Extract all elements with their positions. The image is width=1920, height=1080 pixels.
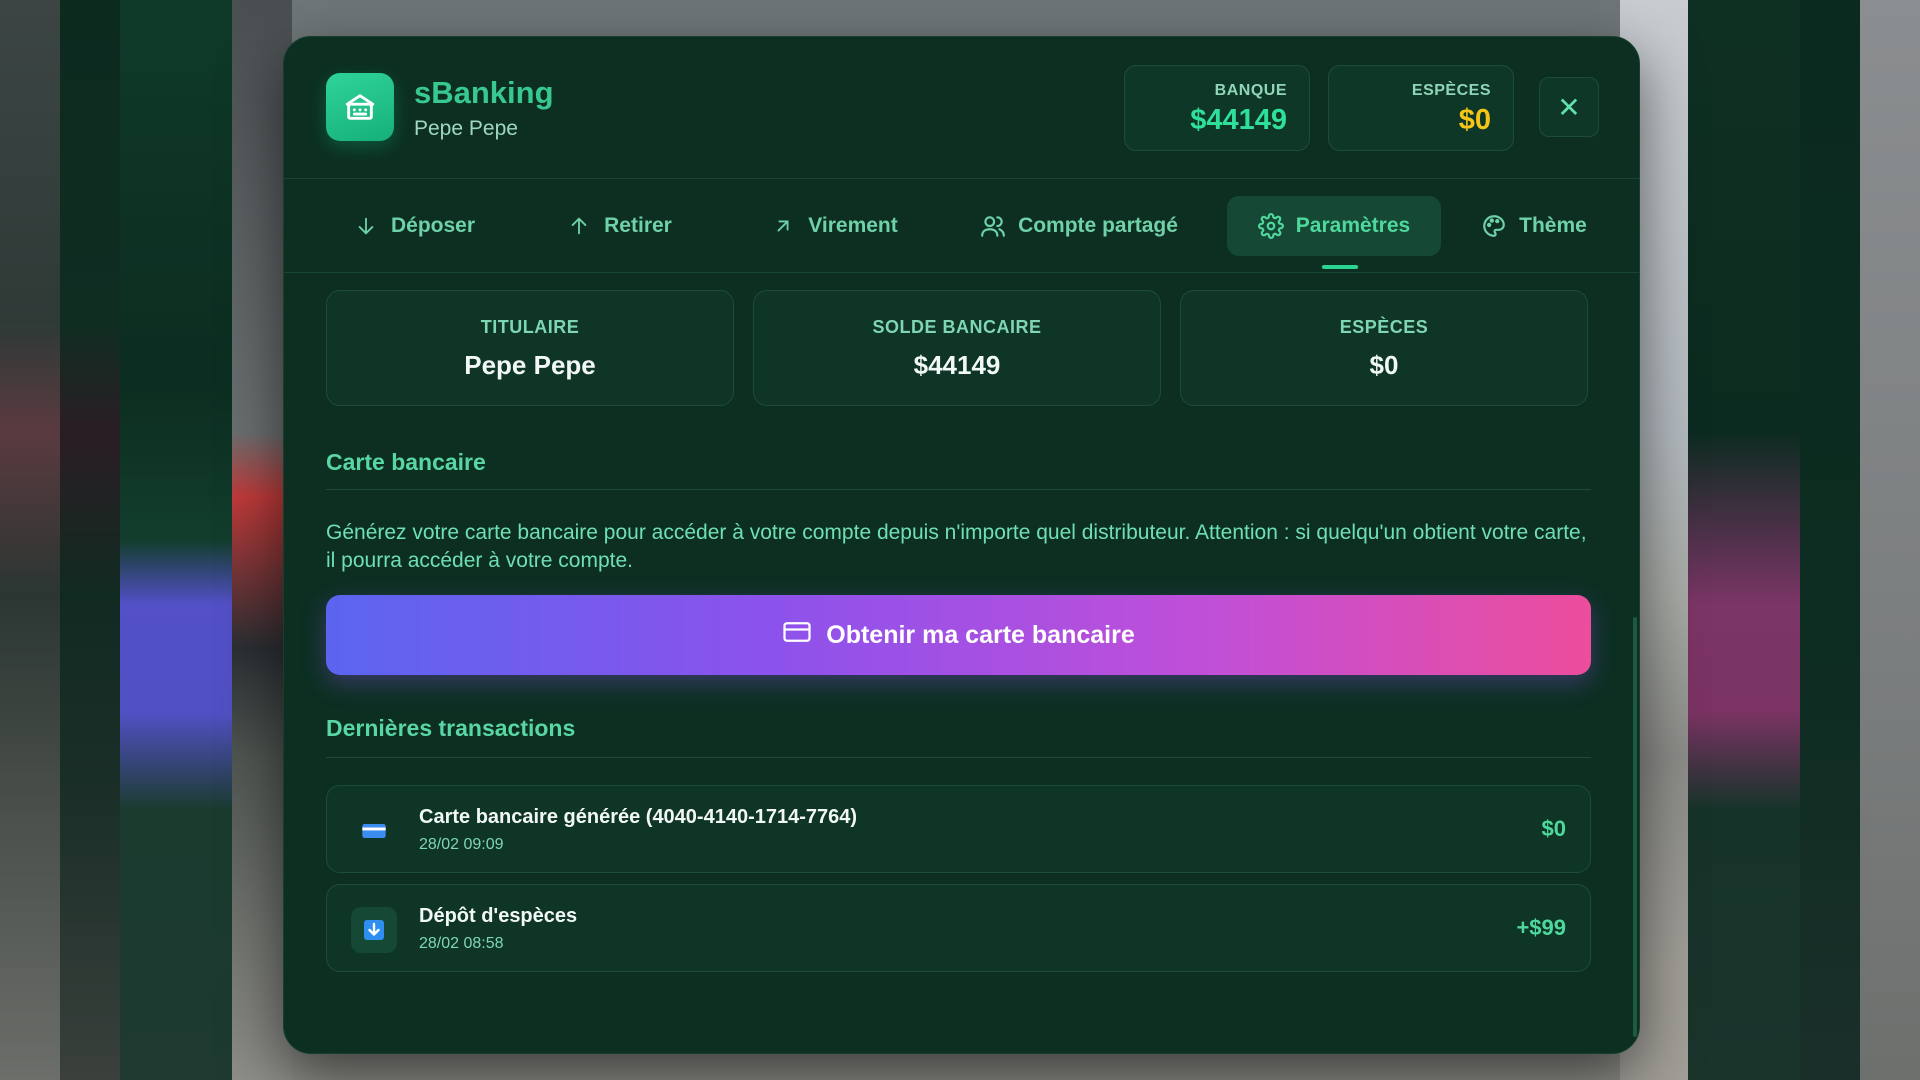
tab-label: Retirer <box>604 214 672 237</box>
users-icon <box>980 213 1006 239</box>
bank-balance-box: BANQUE $44149 <box>1124 65 1310 151</box>
get-bank-card-button[interactable]: Obtenir ma carte bancaire <box>326 595 1591 675</box>
button-label: Obtenir ma carte bancaire <box>826 620 1135 649</box>
transaction-date: 28/02 08:58 <box>419 935 504 952</box>
transaction-title: Carte bancaire générée (4040-4140-1714-7… <box>419 806 858 828</box>
tab-label: Déposer <box>390 214 476 237</box>
card-label: ESPÈCES <box>1339 317 1429 337</box>
banking-panel: sBanking Pepe Pepe BANQUE $44149 ESPÈCES… <box>283 36 1640 1054</box>
holder-card: TITULAIRE Pepe Pepe <box>326 290 734 406</box>
scrollbar[interactable] <box>1633 617 1637 1037</box>
tab-bar: Déposer Retirer Virement Compte partagé <box>284 179 1639 273</box>
palette-icon <box>1481 213 1507 239</box>
user-name: Pepe Pepe <box>414 117 518 140</box>
tab-settings[interactable]: Paramètres <box>1227 196 1441 256</box>
bank-balance-card: SOLDE BANCAIRE $44149 <box>753 290 1161 406</box>
bank-card-section-title: Carte bancaire <box>326 449 486 475</box>
cash-card: ESPÈCES $0 <box>1180 290 1588 406</box>
transaction-title: Dépôt d'espèces <box>419 905 578 927</box>
panel-header: sBanking Pepe Pepe BANQUE $44149 ESPÈCES… <box>284 37 1639 179</box>
download-icon <box>351 907 397 953</box>
transaction-row: Dépôt d'espèces 28/02 08:58 +$99 <box>326 884 1591 972</box>
transaction-amount: +$99 <box>1516 915 1566 940</box>
tab-deposit[interactable]: Déposer <box>314 196 514 256</box>
transaction-amount: $0 <box>1541 816 1566 841</box>
credit-card-icon <box>351 808 397 854</box>
tab-shared-account[interactable]: Compte partagé <box>944 196 1214 256</box>
tab-label: Thème <box>1519 214 1587 237</box>
tab-label: Paramètres <box>1295 214 1411 237</box>
tab-withdraw[interactable]: Retirer <box>529 196 709 256</box>
app-title: sBanking <box>414 75 554 110</box>
bank-balance-label: BANQUE <box>1214 82 1287 99</box>
transaction-date: 28/02 09:09 <box>419 836 504 853</box>
tab-theme[interactable]: Thème <box>1454 196 1614 256</box>
credit-card-icon <box>782 617 812 654</box>
bank-card-description: Générez votre carte bancaire pour accéde… <box>326 521 1587 572</box>
tab-transfer[interactable]: Virement <box>734 196 934 256</box>
arrow-up-icon <box>566 213 592 239</box>
card-value: $44149 <box>913 350 1001 380</box>
card-value: Pepe Pepe <box>464 350 596 380</box>
arrow-down-icon <box>353 213 379 239</box>
bank-balance-value: $44149 <box>1190 104 1287 136</box>
close-button[interactable]: ✕ <box>1539 77 1599 137</box>
cash-balance-box: ESPÈCES $0 <box>1328 65 1514 151</box>
tab-label: Virement <box>808 214 898 237</box>
section-divider <box>326 757 1591 758</box>
cash-balance-value: $0 <box>1458 104 1491 136</box>
section-divider <box>326 489 1591 490</box>
card-label: SOLDE BANCAIRE <box>872 317 1042 337</box>
active-tab-indicator <box>1322 265 1358 269</box>
close-icon: ✕ <box>1557 91 1581 123</box>
gear-icon <box>1257 213 1284 239</box>
transaction-row: Carte bancaire générée (4040-4140-1714-7… <box>326 785 1591 873</box>
transactions-section-title: Dernières transactions <box>326 715 576 741</box>
tab-label: Compte partagé <box>1018 214 1178 237</box>
arrow-up-right-icon <box>770 213 796 239</box>
card-label: TITULAIRE <box>480 317 580 337</box>
card-value: $0 <box>1369 350 1399 380</box>
cash-balance-label: ESPÈCES <box>1411 82 1491 99</box>
bank-logo-icon <box>326 73 394 141</box>
